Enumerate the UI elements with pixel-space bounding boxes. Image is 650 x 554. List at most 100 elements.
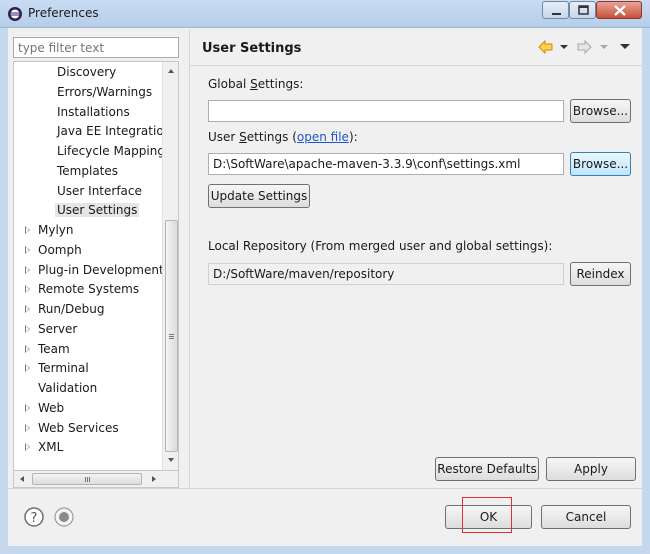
scroll-right-icon[interactable] — [152, 476, 156, 482]
user-settings-field[interactable]: D:\SoftWare\apache-maven-3.3.9\conf\sett… — [208, 153, 564, 175]
tree-item-label: Remote Systems — [38, 282, 140, 297]
tree-item[interactable]: Lifecycle Mapping — [57, 142, 165, 160]
restore-defaults-button[interactable]: Restore Defaults — [435, 457, 539, 481]
tree-item[interactable]: XML — [25, 438, 64, 456]
tree-item-label: Plug-in Development — [38, 262, 164, 277]
scrollbar-thumb[interactable] — [165, 220, 178, 452]
tree-item-label: User Settings — [55, 203, 140, 218]
tree-item[interactable]: User Interface — [57, 182, 142, 200]
expand-chevron-icon[interactable] — [25, 423, 30, 432]
page-header: User Settings — [190, 30, 642, 66]
back-arrow-icon[interactable] — [538, 40, 554, 54]
global-settings-field[interactable] — [208, 100, 564, 122]
global-settings-label: Global Settings: — [208, 77, 304, 91]
tree-item-label: Server — [38, 321, 78, 336]
help-icon[interactable]: ? — [24, 507, 44, 527]
tree-item[interactable]: Web — [25, 399, 65, 417]
expand-chevron-icon[interactable] — [25, 245, 30, 254]
view-menu-icon[interactable] — [620, 40, 630, 54]
title-bar: Preferences — [0, 0, 650, 28]
tree-item-label: Terminal — [38, 361, 89, 376]
scroll-up-icon[interactable] — [168, 69, 174, 73]
tree-item[interactable]: Web Services — [25, 419, 119, 437]
horizontal-scrollbar-thumb[interactable] — [32, 473, 142, 485]
tree-item[interactable]: Oomph — [25, 241, 82, 259]
expand-chevron-icon[interactable] — [25, 265, 30, 274]
tree-item-label: XML — [38, 440, 64, 455]
panel-divider[interactable] — [189, 30, 190, 488]
expand-chevron-icon[interactable] — [25, 324, 30, 333]
window-frame-left — [0, 28, 8, 554]
tree-item-label: Team — [38, 341, 70, 356]
tree-item[interactable]: Validation — [38, 379, 97, 397]
scroll-down-icon[interactable] — [168, 458, 174, 462]
expand-chevron-icon[interactable] — [25, 344, 30, 353]
expand-chevron-icon[interactable] — [25, 226, 30, 234]
tree-item-label: Lifecycle Mapping — [57, 144, 165, 158]
expand-chevron-icon[interactable] — [25, 364, 30, 373]
close-window-button[interactable] — [596, 1, 642, 19]
tree-item[interactable]: Team — [25, 340, 70, 358]
tree-item-label: Web Services — [38, 420, 119, 435]
expand-chevron-icon[interactable] — [25, 443, 30, 452]
tree-item-label: Discovery — [57, 65, 117, 79]
tree-item-label: Java EE Integration — [57, 124, 172, 139]
tree-item[interactable]: Plug-in Development — [25, 261, 164, 279]
tree-item[interactable]: Java EE Integration — [57, 122, 171, 140]
preference-tree: Discovery Errors/Warnings Installations Jav… — [13, 61, 179, 471]
reindex-button[interactable]: Reindex — [570, 262, 631, 286]
tree-item[interactable]: Run/Debug — [25, 300, 105, 318]
window-frame-bottom — [0, 546, 650, 554]
ok-highlight-annotation — [462, 497, 512, 533]
global-browse-button[interactable]: Browse... — [570, 99, 631, 123]
update-settings-button[interactable]: Update Settings — [208, 184, 310, 208]
cancel-button[interactable]: Cancel — [541, 505, 631, 529]
forward-menu-chevron-icon[interactable] — [600, 40, 608, 54]
apply-button[interactable]: Apply — [546, 457, 636, 481]
tree-item[interactable]: Server — [25, 320, 78, 338]
window-title: Preferences — [28, 6, 99, 20]
local-repository-field: D:/SoftWare/maven/repository — [208, 263, 564, 285]
window-frame-right — [642, 28, 650, 554]
expand-chevron-icon[interactable] — [25, 403, 30, 412]
tree-item[interactable]: Errors/Warnings — [57, 83, 152, 101]
tree-item-label: Web — [38, 400, 65, 415]
local-repository-label: Local Repository (From merged user and g… — [208, 239, 553, 253]
tree-item[interactable]: Remote Systems — [25, 280, 140, 298]
tree-vertical-scrollbar[interactable] — [162, 62, 178, 470]
tree-item-label: Mylyn — [38, 223, 74, 237]
import-preferences-icon[interactable] — [54, 507, 74, 527]
back-menu-chevron-icon[interactable] — [560, 40, 568, 54]
tree-item[interactable]: Templates — [57, 162, 118, 180]
tree-item[interactable]: Terminal — [25, 359, 89, 377]
tree-item[interactable]: Installations — [57, 103, 130, 121]
tree-item-label: Oomph — [38, 242, 82, 257]
open-file-link[interactable]: open file — [297, 130, 349, 144]
svg-text:?: ? — [31, 511, 38, 526]
expand-chevron-icon[interactable] — [25, 305, 30, 313]
tree-item-label: Templates — [57, 163, 119, 178]
user-settings-label: User Settings (open file): — [208, 130, 358, 144]
tree-item[interactable]: Mylyn — [25, 221, 74, 239]
maximize-icon — [578, 5, 589, 15]
minimize-button[interactable] — [542, 1, 569, 19]
tree-item-label: Installations — [57, 104, 130, 119]
tree-item-label: Run/Debug — [38, 302, 105, 316]
user-browse-button[interactable]: Browse... — [570, 152, 631, 176]
eclipse-icon — [8, 7, 22, 21]
minimize-icon — [552, 13, 561, 15]
dialog-separator — [8, 488, 642, 489]
tree-item-label: Validation — [38, 381, 98, 395]
close-icon — [614, 5, 626, 16]
tree-item[interactable]: User Settings — [55, 201, 140, 219]
maximize-button[interactable] — [569, 1, 596, 19]
tree-item-label: User Interface — [57, 183, 142, 198]
tree-horizontal-scrollbar[interactable] — [13, 471, 179, 488]
tree-item-label: Errors/Warnings — [57, 84, 153, 99]
page-title: User Settings — [202, 41, 302, 56]
expand-chevron-icon[interactable] — [25, 285, 30, 294]
scroll-left-icon[interactable] — [20, 476, 24, 482]
forward-arrow-icon[interactable] — [576, 40, 592, 54]
tree-item[interactable]: Discovery — [57, 63, 116, 81]
filter-input[interactable] — [13, 37, 179, 58]
